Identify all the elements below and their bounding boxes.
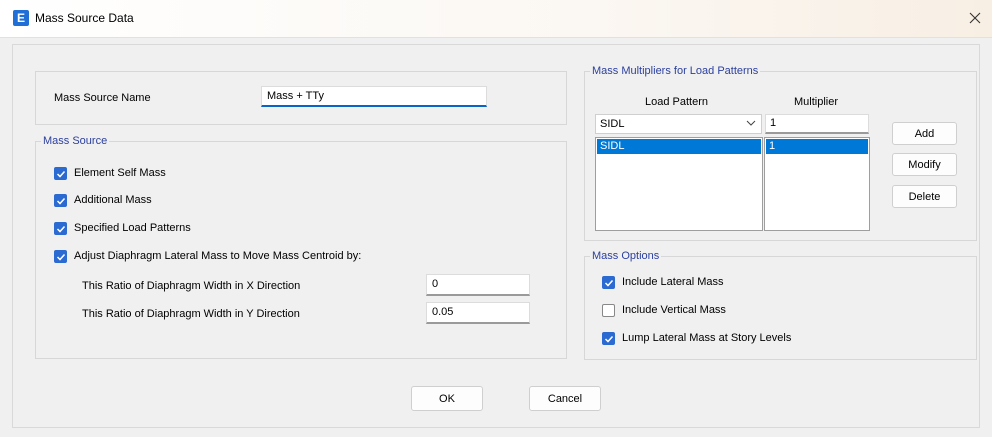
mass-multipliers-group-label: Mass Multipliers for Load Patterns — [590, 65, 761, 77]
checkmark-icon — [56, 253, 66, 261]
load-pattern-list[interactable]: SIDL — [595, 137, 763, 231]
close-icon — [969, 12, 981, 24]
close-button[interactable] — [964, 7, 986, 29]
mass-options-group: Mass Options Include Lateral Mass Includ… — [584, 250, 977, 360]
delete-button[interactable]: Delete — [892, 185, 957, 208]
multiplier-input[interactable]: 1 — [765, 114, 869, 134]
multiplier-list[interactable]: 1 — [764, 137, 870, 231]
additional-mass-label: Additional Mass — [74, 194, 152, 206]
mass-source-group: Mass Source Element Self Mass Additional… — [35, 135, 567, 359]
checkmark-icon — [56, 197, 66, 205]
specified-load-patterns-checkbox[interactable] — [54, 222, 67, 235]
modify-button[interactable]: Modify — [892, 153, 957, 176]
mass-source-name-input[interactable]: Mass + TTy — [261, 86, 487, 107]
lump-lateral-mass-checkbox[interactable] — [602, 332, 615, 345]
load-pattern-list-item[interactable]: SIDL — [597, 139, 761, 154]
mass-source-name-label: Mass Source Name — [54, 92, 151, 104]
include-lateral-mass-checkbox[interactable] — [602, 276, 615, 289]
mass-multipliers-group: Mass Multipliers for Load Patterns Load … — [584, 65, 977, 241]
specified-load-patterns-label: Specified Load Patterns — [74, 222, 191, 234]
ok-button[interactable]: OK — [411, 386, 483, 411]
window-title: Mass Source Data — [35, 11, 134, 25]
add-button[interactable]: Add — [892, 122, 957, 145]
include-vertical-mass-label: Include Vertical Mass — [622, 304, 726, 316]
checkmark-icon — [56, 225, 66, 233]
cancel-button[interactable]: Cancel — [529, 386, 601, 411]
mass-options-group-label: Mass Options — [590, 250, 662, 262]
ratio-y-input[interactable]: 0.05 — [426, 302, 530, 324]
ratio-y-label: This Ratio of Diaphragm Width in Y Direc… — [82, 308, 300, 320]
mass-source-name-panel: Mass Source Name Mass + TTy — [35, 71, 567, 125]
load-pattern-dropdown[interactable]: SIDL — [595, 114, 762, 134]
mass-source-group-label: Mass Source — [41, 135, 110, 147]
element-self-mass-label: Element Self Mass — [74, 167, 166, 179]
checkmark-icon — [604, 335, 614, 343]
adjust-diaphragm-checkbox[interactable] — [54, 250, 67, 263]
ratio-x-input[interactable]: 0 — [426, 274, 530, 296]
checkmark-icon — [604, 279, 614, 287]
ratio-x-label: This Ratio of Diaphragm Width in X Direc… — [82, 280, 301, 292]
title-bar: E Mass Source Data — [0, 0, 992, 38]
checkmark-icon — [56, 170, 66, 178]
chevron-down-icon — [746, 120, 756, 126]
lump-lateral-mass-label: Lump Lateral Mass at Story Levels — [622, 332, 792, 344]
additional-mass-checkbox[interactable] — [54, 194, 67, 207]
element-self-mass-checkbox[interactable] — [54, 167, 67, 180]
dialog-body: Mass Source Name Mass + TTy Mass Source … — [12, 44, 980, 428]
load-pattern-selected: SIDL — [600, 118, 625, 130]
load-pattern-column-header: Load Pattern — [645, 96, 708, 108]
include-vertical-mass-checkbox[interactable] — [602, 304, 615, 317]
etabs-app-icon: E — [13, 10, 29, 26]
adjust-diaphragm-label: Adjust Diaphragm Lateral Mass to Move Ma… — [74, 250, 362, 262]
include-lateral-mass-label: Include Lateral Mass — [622, 276, 724, 288]
multiplier-column-header: Multiplier — [794, 96, 839, 108]
multiplier-list-item[interactable]: 1 — [766, 139, 868, 154]
